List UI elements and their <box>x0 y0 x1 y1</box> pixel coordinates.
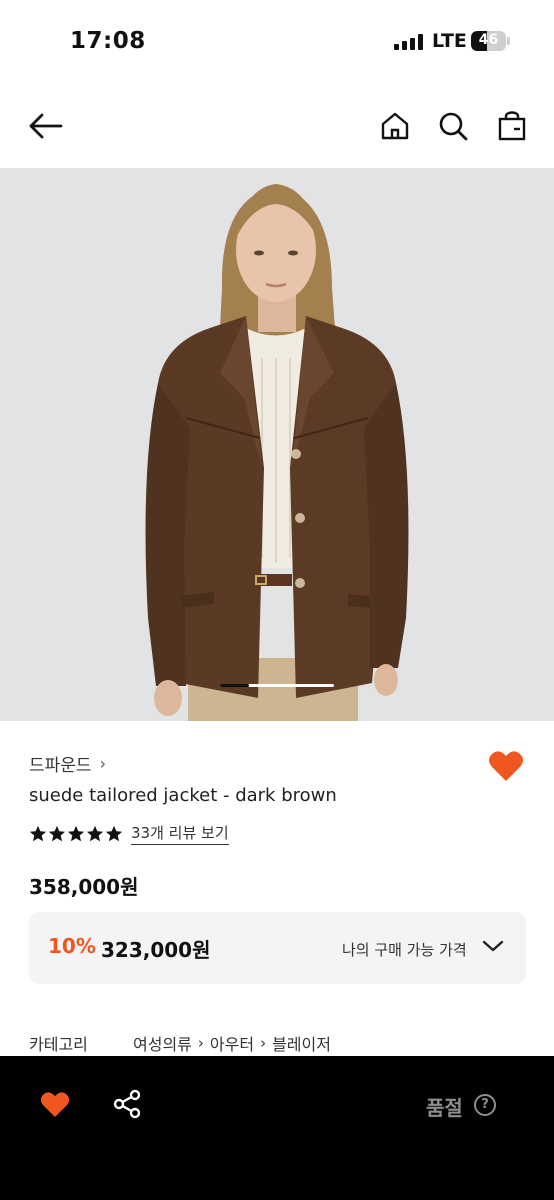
search-icon <box>439 112 468 141</box>
chevron-right-icon: › <box>99 754 106 773</box>
original-price: 358,000원 <box>29 875 139 899</box>
battery-cap <box>507 37 510 45</box>
battery-level: 46 <box>478 32 499 48</box>
category-item[interactable]: 블레이저 <box>272 1031 331 1055</box>
brand-name: 드파운드 <box>29 756 92 776</box>
sale-price: 323,000원 <box>101 938 211 962</box>
product-image-gallery[interactable] <box>0 168 554 721</box>
signal-icon <box>394 34 423 50</box>
discount-percent: 10% <box>48 934 96 958</box>
sold-out-label: 품절 <box>426 1096 463 1120</box>
bottom-action-bar: 품절 ? <box>0 1056 554 1200</box>
heart-filled-icon <box>489 751 523 781</box>
rating-row: 33개 리뷰 보기 <box>29 822 229 845</box>
star-icon <box>29 825 47 841</box>
share-button[interactable] <box>112 1089 142 1123</box>
my-price-label: 나의 구매 가능 가격 <box>342 941 467 959</box>
share-icon <box>113 1089 141 1119</box>
product-photo <box>0 168 554 721</box>
product-title: suede tailored jacket - dark brown <box>29 785 337 806</box>
help-icon[interactable]: ? <box>474 1094 496 1116</box>
category-item[interactable]: 아우터 <box>210 1031 254 1055</box>
indicator-active <box>220 684 249 687</box>
chevron-right-icon: › <box>260 1034 267 1052</box>
star-icon <box>48 825 66 841</box>
category-item[interactable]: 여성의류 <box>133 1031 192 1055</box>
status-bar: 17:08 LTE 46 <box>0 0 554 84</box>
bottom-wishlist-button[interactable] <box>40 1091 70 1122</box>
heart-icon <box>40 1092 70 1117</box>
top-navigation <box>0 84 554 168</box>
gallery-page-indicator <box>220 684 334 687</box>
reviews-link[interactable]: 33개 리뷰 보기 <box>131 822 229 845</box>
star-icon <box>67 825 85 841</box>
status-time: 17:08 <box>70 28 146 54</box>
star-icon <box>105 825 123 841</box>
search-button[interactable] <box>433 106 473 146</box>
category-label: 카테고리 <box>29 1035 88 1054</box>
my-price-box[interactable]: 10% 323,000원 나의 구매 가능 가격 <box>29 912 526 984</box>
arrow-left-icon <box>29 113 63 139</box>
back-button[interactable] <box>25 106 65 146</box>
home-icon <box>381 112 409 140</box>
category-path: 여성의류 › 아우터 › 블레이저 <box>133 1031 331 1055</box>
battery-icon: 46 <box>471 31 506 51</box>
network-label: LTE <box>432 30 467 52</box>
shopping-bag-icon <box>498 111 526 141</box>
cart-button[interactable] <box>492 106 532 146</box>
chevron-down-icon <box>482 938 504 958</box>
star-rating <box>29 825 123 843</box>
home-button[interactable] <box>375 106 415 146</box>
chevron-right-icon: › <box>197 1034 204 1052</box>
star-icon <box>86 825 104 841</box>
wishlist-button[interactable] <box>488 750 524 786</box>
brand-link[interactable]: 드파운드 › <box>29 751 106 776</box>
